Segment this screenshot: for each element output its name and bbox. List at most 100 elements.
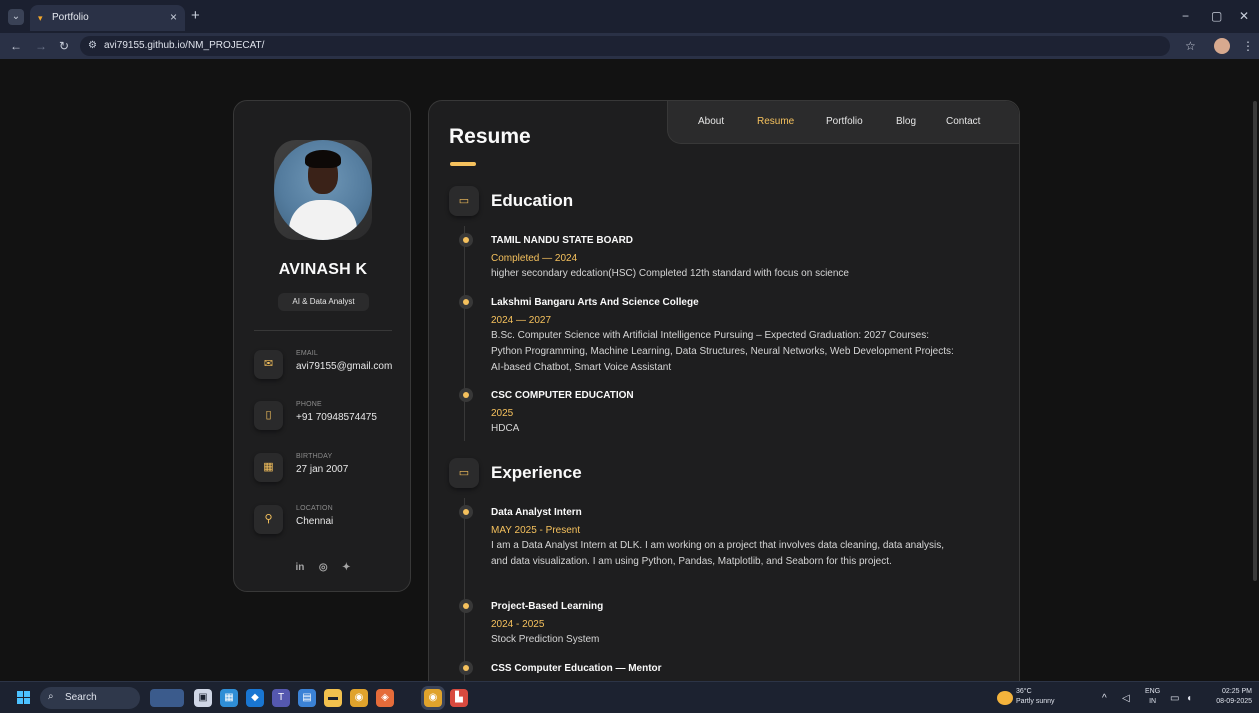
nav-portfolio[interactable]: Portfolio	[826, 116, 863, 127]
twitter-icon[interactable]: ✦	[342, 562, 350, 573]
address-bar[interactable]: ⚙ avi79155.github.io/NM_PROJECAT/	[80, 36, 1170, 56]
tab-close-button[interactable]: ×	[170, 10, 177, 24]
task-view-icon[interactable]: ▣	[194, 689, 212, 707]
nav-about[interactable]: About	[698, 116, 724, 127]
title-underline	[450, 162, 476, 166]
restore-button[interactable]: ▢	[1211, 9, 1222, 23]
back-icon[interactable]: ←	[10, 39, 22, 53]
url-text[interactable]: avi79155.github.io/NM_PROJECAT/	[104, 40, 264, 51]
item-text: I am a Data Analyst Intern at DLK. I am …	[491, 540, 945, 567]
new-tab-button[interactable]: +	[191, 8, 200, 23]
profile-name: AVINASH K	[278, 261, 368, 278]
brave-icon[interactable]: ◈	[376, 689, 394, 707]
item-date: MAY 2025 - Present	[491, 525, 581, 536]
experience-heading: Experience	[491, 463, 582, 482]
item-text: HDCA	[491, 423, 520, 434]
book-icon: ▭	[449, 186, 479, 216]
experience-item: CSS Computer Education — Mentor	[463, 662, 961, 675]
page-title: Resume	[449, 125, 531, 148]
chrome-icon[interactable]: ◉	[350, 689, 368, 707]
timeline-dot	[463, 392, 469, 398]
nav-resume[interactable]: Resume	[757, 116, 794, 127]
experience-item: Project-Based Learning 2024 - 2025 Stock…	[463, 600, 961, 648]
email-link[interactable]: avi79155@gmail.com	[296, 361, 392, 372]
nav-contact[interactable]: Contact	[946, 116, 980, 127]
forward-icon[interactable]: →	[35, 39, 47, 53]
network-icon[interactable]: ▭	[1170, 693, 1179, 704]
clock-date: 08-09-2025	[1216, 698, 1252, 705]
search-icon: ⌕	[48, 691, 54, 702]
widgets-icon[interactable]	[150, 689, 184, 707]
main-navbar: About Resume Portfolio Blog Contact	[667, 101, 1019, 144]
profile-avatar[interactable]	[1214, 38, 1230, 54]
menu-icon[interactable]: ⋮	[1242, 39, 1254, 53]
minimize-button[interactable]: −	[1182, 9, 1189, 23]
teams-icon[interactable]: T	[272, 689, 290, 707]
weather-icon[interactable]	[997, 691, 1013, 705]
phone-icon: ▯	[254, 401, 283, 430]
experience-item: Data Analyst Intern MAY 2025 - Present I…	[463, 506, 961, 570]
contact-phone: ▯ PHONE +91 70948574475	[254, 401, 404, 435]
item-date: 2024 — 2027	[491, 315, 552, 326]
linkedin-icon[interactable]: in	[296, 562, 305, 573]
timeline-dot	[463, 299, 469, 305]
tray-chevron-icon[interactable]: ^	[1102, 693, 1107, 704]
phone-link[interactable]: +91 70948574475	[296, 412, 377, 423]
contact-label: LOCATION	[296, 505, 333, 512]
timeline-dot	[463, 665, 469, 671]
item-date: Completed — 2024	[491, 253, 578, 264]
contact-location: ⚲ LOCATION Chennai	[254, 505, 404, 539]
browser-tab-bar: ⌄ ▾ Portfolio × + − ▢ ✕	[0, 0, 1259, 33]
file-explorer-icon[interactable]: ▬	[324, 689, 342, 707]
language-indicator[interactable]: ENG IN	[1145, 687, 1160, 707]
contact-label: PHONE	[296, 401, 322, 408]
timeline-dot	[463, 237, 469, 243]
avatar-hair	[305, 150, 341, 168]
nav-blog[interactable]: Blog	[896, 116, 916, 127]
education-timeline-line	[464, 226, 465, 441]
page-scrollbar[interactable]	[1253, 101, 1257, 581]
app-icon[interactable]: ▙	[450, 689, 468, 707]
item-text: higher secondary edcation(HSC) Completed…	[491, 268, 849, 279]
taskbar: ⌕ Search ▣ ▦ ◆ T ▤ ▬ ◉ ◈ ◉ ▙ 36°C Partly…	[0, 681, 1259, 713]
page: AVINASH K AI & Data Analyst ✉ EMAIL avi7…	[0, 59, 1259, 700]
item-date: 2025	[491, 408, 514, 419]
contact-label: BIRTHDAY	[296, 453, 333, 460]
browser-toolbar: ← → ↻ ⚙ avi79155.github.io/NM_PROJECAT/ …	[0, 33, 1259, 59]
bookmark-star-icon[interactable]: ☆	[1185, 39, 1196, 53]
timeline-dot	[463, 509, 469, 515]
portfolio-favicon-icon: ▾	[38, 13, 43, 23]
item-title: CSS Computer Education — Mentor	[491, 663, 662, 674]
taskbar-search[interactable]: ⌕ Search	[40, 687, 140, 709]
close-window-button[interactable]: ✕	[1239, 9, 1249, 23]
reload-icon[interactable]: ↻	[59, 39, 69, 53]
location-tray-icon[interactable]: ◁	[1122, 693, 1130, 704]
lang-code: ENG	[1145, 688, 1161, 695]
clock[interactable]: 02:25 PM 08-09-2025	[1204, 687, 1252, 707]
weather-desc: Partly sunny	[1016, 698, 1055, 705]
avatar	[274, 140, 372, 240]
education-item: Lakshmi Bangaru Arts And Science College…	[463, 296, 961, 376]
browser-tab[interactable]: ▾ Portfolio ×	[30, 5, 185, 31]
book-icon: ▭	[449, 458, 479, 488]
education-item: CSC COMPUTER EDUCATION 2025 HDCA	[463, 389, 961, 437]
education-heading: Education	[491, 191, 574, 210]
location-value: Chennai	[296, 516, 334, 527]
tab-search-button[interactable]: ⌄	[8, 9, 24, 25]
store-icon[interactable]: ▦	[220, 689, 238, 707]
chrome-active-icon[interactable]: ◉	[424, 689, 442, 707]
timeline-dot	[463, 603, 469, 609]
location-icon: ⚲	[254, 505, 283, 534]
volume-icon[interactable]: ◖	[1186, 693, 1192, 704]
calendar-app-icon[interactable]: ▤	[298, 689, 316, 707]
copilot-icon[interactable]: ◆	[246, 689, 264, 707]
site-info-icon[interactable]: ⚙	[88, 40, 97, 51]
windows-start-icon[interactable]	[17, 691, 31, 705]
item-title: Data Analyst Intern	[491, 507, 582, 518]
item-title: TAMIL NANDU STATE BOARD	[491, 235, 634, 246]
social-links: in ◎ ✦	[234, 557, 412, 575]
avatar-frame	[274, 140, 372, 240]
github-icon[interactable]: ◎	[319, 562, 328, 573]
item-text: B.Sc. Computer Science with Artificial I…	[491, 330, 954, 373]
item-title: CSC COMPUTER EDUCATION	[491, 390, 634, 401]
